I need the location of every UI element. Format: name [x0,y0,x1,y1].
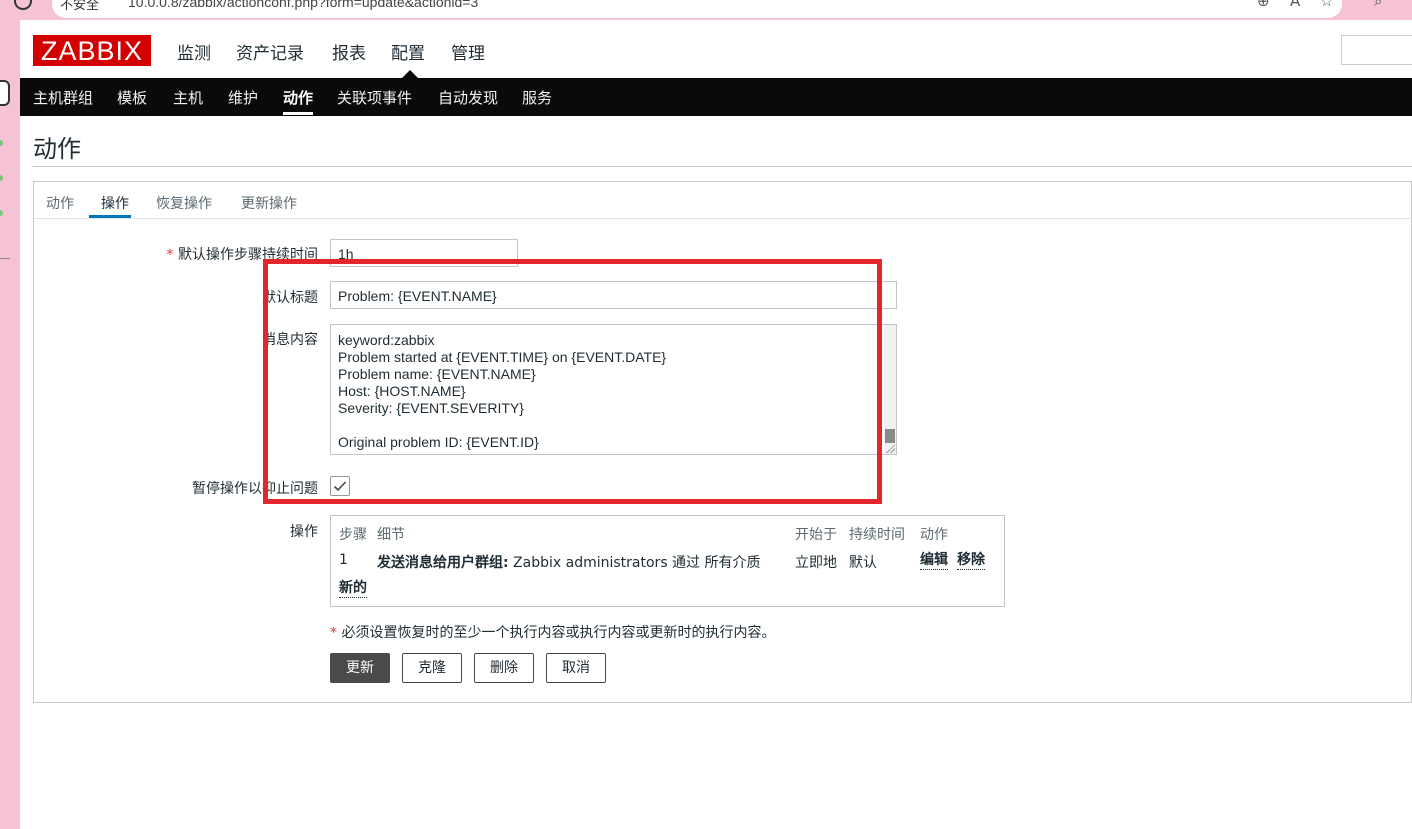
resize-grip-icon[interactable] [886,444,895,453]
checkmark-icon [333,481,347,492]
step-duration-label: * 默认操作步骤持续时间 [28,244,318,264]
tab-update-operations[interactable]: 更新操作 [241,193,297,213]
main-navigation: ZABBIX 监测 资产记录 报表 配置 管理 [20,20,1412,78]
clone-button[interactable]: 克隆 [402,653,462,683]
cancel-button[interactable]: 取消 [546,653,606,683]
tab-operations[interactable]: 操作 [101,193,129,213]
remove-operation-link[interactable]: 移除 [957,552,985,570]
nav-administration[interactable]: 管理 [451,39,485,64]
message-textarea[interactable]: keyword:zabbix Problem started at {EVENT… [330,324,897,455]
subnav-actions[interactable]: 动作 [283,87,313,108]
note-text: 必须设置恢复时的至少一个执行内容或执行内容或更新时的执行内容。 [337,625,776,641]
favorite-star-icon[interactable]: ☆ [1320,0,1333,10]
required-note: * 必须设置恢复时的至少一个执行内容或执行内容或更新时的执行内容。 [330,622,775,642]
zabbix-app: ZABBIX 监测 资产记录 报表 配置 管理 主机群组 模板 主机 维护 动作… [20,20,1412,829]
nav-reports[interactable]: 报表 [332,39,366,64]
reader-mode-icon[interactable]: A [1290,0,1300,10]
pause-suppressed-label: 暂停操作以抑止问题 [192,481,318,497]
global-search-input[interactable] [1341,35,1412,65]
new-operation-link[interactable]: 新的 [339,580,367,598]
ops-header-action: 动作 [920,527,948,543]
reload-icon[interactable] [14,0,32,10]
active-subnav-underline [283,112,313,115]
ops-row-start: 立即地 [795,555,837,571]
tab-recovery-operations[interactable]: 恢复操作 [156,193,212,213]
ops-row-duration: 默认 [849,555,877,571]
delete-button[interactable]: 删除 [474,653,534,683]
required-mark: * [166,247,174,263]
side-indicator-dot [0,140,3,146]
zabbix-logo[interactable]: ZABBIX [33,35,151,66]
page-title: 动作 [33,135,81,163]
operations-table: 步骤 细节 开始于 持续时间 动作 1 发送消息给用户群组: Zabbix ad… [330,515,1005,607]
tabs-divider [34,218,1412,219]
subnav-maintenance[interactable]: 维护 [228,87,258,108]
active-nav-indicator [402,70,418,78]
message-scrollbar[interactable] [884,325,896,454]
subnav-templates[interactable]: 模板 [117,87,147,108]
update-button[interactable]: 更新 [330,653,390,683]
ops-row-details-bold: 发送消息给用户群组: [377,555,509,571]
nav-inventory[interactable]: 资产记录 [236,39,304,64]
ops-row-step: 1 [339,552,348,568]
subnav-discovery[interactable]: 自动发现 [438,87,498,108]
pause-suppressed-checkbox[interactable] [330,476,350,496]
step-duration-label-text: 默认操作步骤持续时间 [178,247,318,263]
operations-label: 操作 [290,524,318,540]
message-text: keyword:zabbix Problem started at {EVENT… [338,332,667,454]
browser-side-strip [0,20,20,829]
subnav-event-correlation[interactable]: 关联项事件 [337,87,412,108]
scroll-thumb[interactable] [885,429,895,443]
subnav-hosts[interactable]: 主机 [173,87,203,108]
side-indicator-dot [0,210,3,216]
ops-header-start: 开始于 [795,527,837,543]
side-panel-toggle-icon[interactable] [0,80,10,106]
zoom-icon[interactable]: ⊕ [1257,0,1270,10]
subnav-host-groups[interactable]: 主机群组 [33,87,93,108]
ops-header-step: 步骤 [339,527,367,543]
sub-navigation: 主机群组 模板 主机 维护 动作 关联项事件 自动发现 服务 [20,78,1412,116]
edit-operation-link[interactable]: 编辑 [920,552,948,570]
ops-header-duration: 持续时间 [849,527,905,543]
ops-row-details: 发送消息给用户群组: Zabbix administrators 通过 所有介质 [377,552,761,572]
ops-row-details-rest: Zabbix administrators 通过 所有介质 [508,555,761,571]
step-duration-input[interactable]: 1h [330,239,518,267]
note-required-mark: * [330,625,337,641]
nav-configuration[interactable]: 配置 [391,39,425,64]
title-divider [33,166,1412,167]
nav-monitoring[interactable]: 监测 [177,39,211,64]
default-subject-label: 默认标题 [262,290,318,306]
security-warning-label[interactable]: 不安全 [60,0,99,13]
message-label: 消息内容 [262,332,318,348]
url-text[interactable]: 10.0.0.8/zabbix/actionconf.php?form=upda… [128,0,478,10]
action-form-panel: 动作 操作 恢复操作 更新操作 * 默认操作步骤持续时间 1h 默认标题 Pro… [33,181,1412,703]
browser-toolbar: 不安全 10.0.0.8/zabbix/actionconf.php?form=… [0,0,1412,20]
tab-action[interactable]: 动作 [46,193,74,213]
default-subject-input[interactable]: Problem: {EVENT.NAME} [330,281,897,309]
subnav-services[interactable]: 服务 [522,87,552,108]
side-divider [0,258,10,259]
side-indicator-dot [0,175,3,181]
browser-search-icon[interactable]: ⌕ [1374,0,1382,10]
ops-header-details: 细节 [377,527,405,543]
